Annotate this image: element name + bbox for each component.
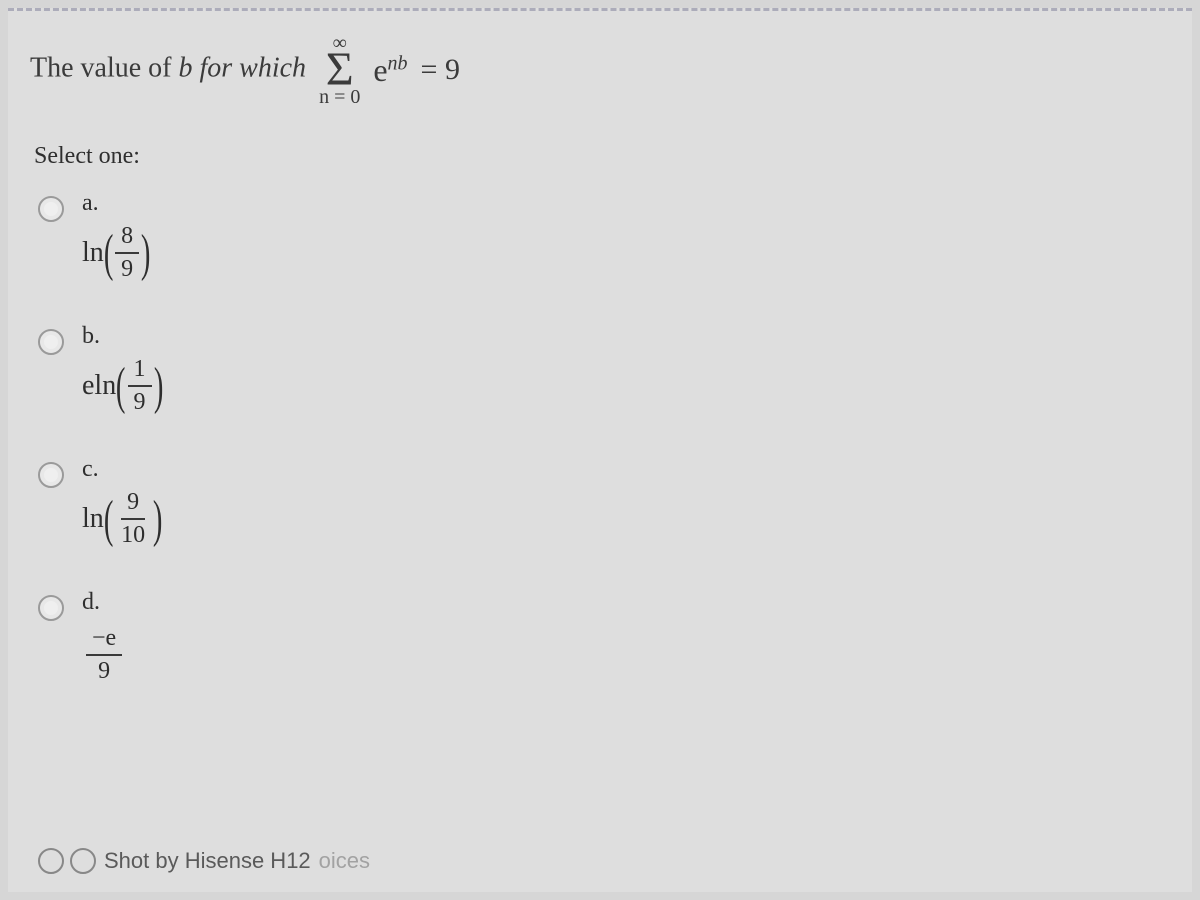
- option-d-row: d. −e 9: [38, 589, 1192, 685]
- option-b-num: 1: [128, 356, 152, 387]
- watermark-logo-icon: [38, 848, 96, 874]
- option-b-body: b. eln ( 1 9 ): [82, 323, 161, 416]
- option-a-num: 8: [115, 223, 139, 254]
- option-c-letter: c.: [82, 456, 160, 483]
- variable-b: b: [179, 53, 193, 84]
- summand-base: e: [373, 52, 387, 88]
- option-a-frac: 8 9: [115, 223, 139, 283]
- options-list: a. ln ( 8 9 ) b. eln (: [8, 170, 1192, 685]
- watermark: Shot by Hisense H12 oices: [38, 848, 370, 874]
- option-d-num: −e: [86, 625, 122, 656]
- option-b-row: b. eln ( 1 9 ): [38, 323, 1192, 416]
- option-c-den: 10: [115, 520, 151, 549]
- option-b-fn: eln: [82, 370, 116, 402]
- watermark-brand: Shot by Hisense H12: [104, 848, 311, 874]
- rparen-icon: ): [153, 366, 163, 408]
- option-b-letter: b.: [82, 323, 161, 350]
- option-c-frac: 9 10: [115, 489, 151, 549]
- watermark-tail: oices: [319, 848, 370, 874]
- option-d-frac: −e 9: [86, 625, 122, 685]
- for-which: for which: [200, 53, 307, 84]
- summand: enb: [373, 52, 407, 89]
- lparen-icon: (: [116, 366, 126, 408]
- question-text: The value of b for which ∞ Σ n = 0 enb =…: [8, 11, 1192, 113]
- option-d-body: d. −e 9: [82, 589, 126, 685]
- summand-exponent: nb: [388, 52, 408, 74]
- lparen-icon: (: [104, 499, 114, 541]
- radio-d[interactable]: [38, 595, 64, 621]
- rparen-icon: ): [153, 499, 163, 541]
- radio-b[interactable]: [38, 329, 64, 355]
- equals-nine: = 9: [421, 53, 460, 87]
- summation: ∞ Σ n = 0: [319, 33, 360, 107]
- option-a-fn: ln: [82, 237, 104, 269]
- question-sheet: The value of b for which ∞ Σ n = 0 enb =…: [8, 8, 1192, 892]
- sigma-lower: n = 0: [319, 87, 360, 107]
- radio-c[interactable]: [38, 462, 64, 488]
- option-b-den: 9: [128, 387, 152, 416]
- option-a-den: 9: [115, 254, 139, 283]
- select-one-label: Select one:: [8, 113, 1192, 170]
- option-c-num: 9: [121, 489, 145, 520]
- question-prefix: The value of: [30, 53, 179, 84]
- sigma-symbol: Σ: [319, 51, 360, 89]
- option-a-body: a. ln ( 8 9 ): [82, 190, 148, 283]
- option-b-frac: 1 9: [128, 356, 152, 416]
- rparen-icon: ): [141, 233, 151, 275]
- option-d-math: −e 9: [82, 625, 126, 685]
- option-b-math: eln ( 1 9 ): [82, 356, 161, 416]
- option-a-letter: a.: [82, 190, 148, 217]
- lparen-icon: (: [104, 233, 114, 275]
- option-c-body: c. ln ( 9 10 ): [82, 456, 160, 549]
- option-d-letter: d.: [82, 589, 126, 616]
- option-a-row: a. ln ( 8 9 ): [38, 190, 1192, 283]
- option-c-row: c. ln ( 9 10 ): [38, 456, 1192, 549]
- option-c-fn: ln: [82, 503, 104, 535]
- option-c-math: ln ( 9 10 ): [82, 489, 160, 549]
- option-a-math: ln ( 8 9 ): [82, 223, 148, 283]
- option-d-den: 9: [92, 656, 116, 685]
- radio-a[interactable]: [38, 196, 64, 222]
